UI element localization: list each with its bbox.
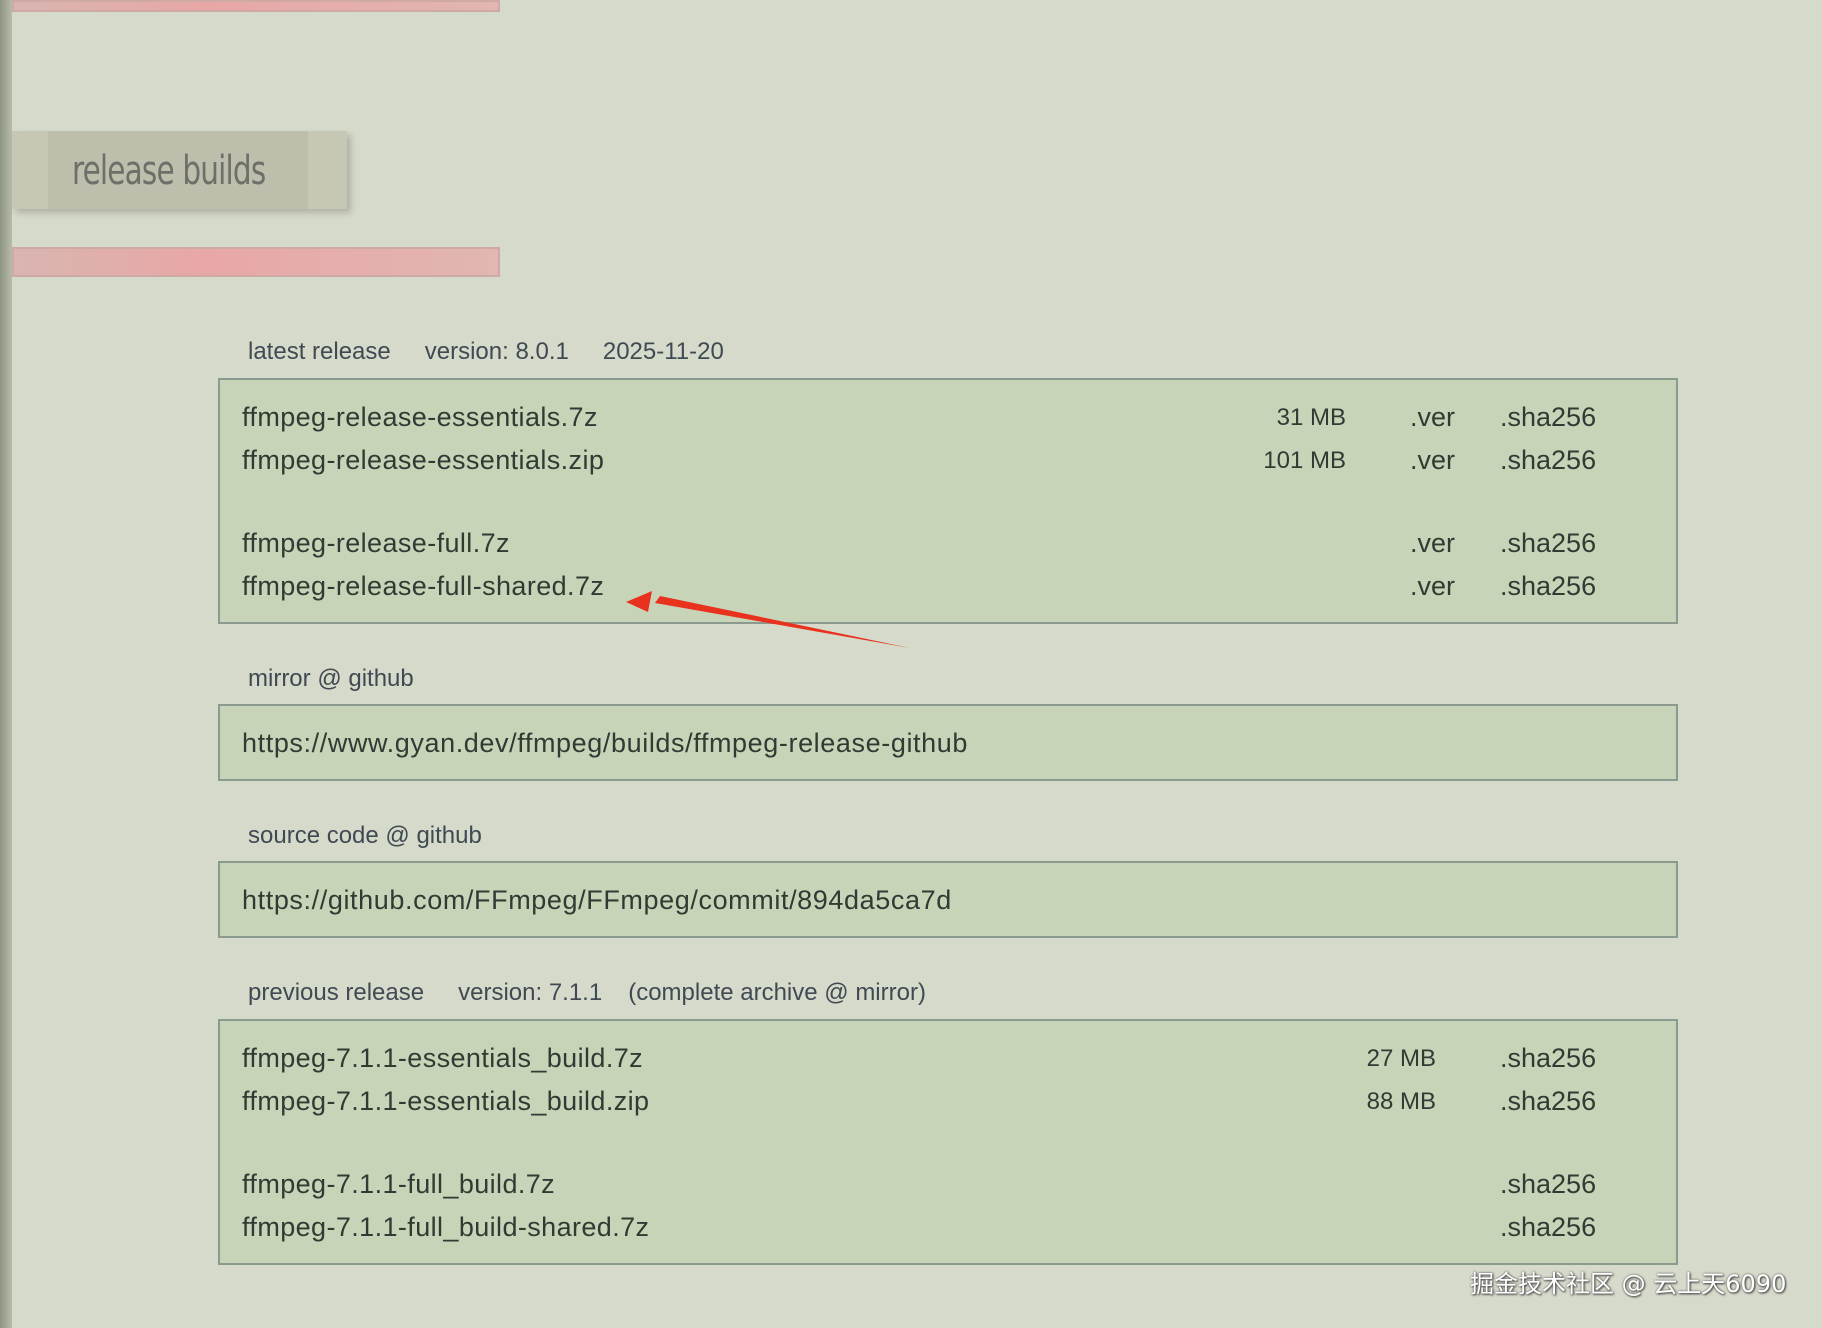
latest-release-header: latest release version: 8.0.1 2025-11-20 <box>248 338 758 366</box>
top-pink-bar <box>12 0 500 12</box>
latest-release-date: 2025-11-20 <box>602 338 724 365</box>
previous-release-label: previous release <box>248 979 425 1006</box>
file-row: ffmpeg-7.1.1-full_build-shared.7z .sha25… <box>242 1212 1676 1252</box>
ver-link[interactable]: .ver <box>1410 402 1455 433</box>
file-row: ffmpeg-release-essentials.7z 31 MB .ver … <box>242 402 1676 442</box>
latest-release-box: ffmpeg-release-essentials.7z 31 MB .ver … <box>218 378 1678 624</box>
source-code-header: source code @ github <box>248 822 516 850</box>
file-row: ffmpeg-release-full-shared.7z .ver .sha2… <box>242 571 1676 611</box>
file-link[interactable]: ffmpeg-release-essentials.7z <box>242 402 598 433</box>
sha256-link[interactable]: .sha256 <box>1500 1212 1596 1243</box>
mirror-row: https://www.gyan.dev/ffmpeg/builds/ffmpe… <box>242 728 1676 768</box>
sha256-link[interactable]: .sha256 <box>1500 445 1596 476</box>
previous-release-header: previous release version: 7.1.1 (complete … <box>248 979 960 1007</box>
complete-archive-link[interactable]: (complete archive @ mirror) <box>628 979 926 1006</box>
release-builds-title: release builds <box>72 148 266 194</box>
ver-link[interactable]: .ver <box>1410 445 1455 476</box>
source-code-box: https://github.com/FFmpeg/FFmpeg/commit/… <box>218 861 1678 938</box>
file-link[interactable]: ffmpeg-release-full-shared.7z <box>242 571 604 602</box>
section-divider-bar <box>12 247 500 277</box>
mirror-box: https://www.gyan.dev/ffmpeg/builds/ffmpe… <box>218 704 1678 781</box>
mirror-label: mirror @ github <box>248 665 414 692</box>
file-size: 31 MB <box>1276 404 1346 431</box>
release-builds-tab[interactable]: release builds <box>12 131 347 209</box>
file-link[interactable]: ffmpeg-7.1.1-essentials_build.7z <box>242 1043 643 1074</box>
watermark-text: 掘金技术社区 @ 云上天6090 <box>1470 1270 1787 1298</box>
file-row: ffmpeg-7.1.1-full_build.7z .sha256 <box>242 1169 1676 1209</box>
ver-link[interactable]: .ver <box>1410 571 1455 602</box>
file-size: 101 MB <box>1263 447 1346 474</box>
sha256-link[interactable]: .sha256 <box>1500 1169 1596 1200</box>
mirror-link[interactable]: https://www.gyan.dev/ffmpeg/builds/ffmpe… <box>242 728 968 759</box>
previous-release-box: ffmpeg-7.1.1-essentials_build.7z 27 MB .… <box>218 1019 1678 1265</box>
latest-release-label: latest release <box>248 338 391 365</box>
mirror-header: mirror @ github <box>248 665 448 693</box>
sha256-link[interactable]: .sha256 <box>1500 402 1596 433</box>
file-link[interactable]: ffmpeg-release-full.7z <box>242 528 510 559</box>
file-row: ffmpeg-7.1.1-essentials_build.zip 88 MB … <box>242 1086 1676 1126</box>
ver-link[interactable]: .ver <box>1410 528 1455 559</box>
latest-release-version: version: 8.0.1 <box>424 338 569 365</box>
file-link[interactable]: ffmpeg-7.1.1-full_build.7z <box>242 1169 555 1200</box>
file-link[interactable]: ffmpeg-7.1.1-essentials_build.zip <box>242 1086 649 1117</box>
file-link[interactable]: ffmpeg-release-essentials.zip <box>242 445 604 476</box>
file-link[interactable]: ffmpeg-7.1.1-full_build-shared.7z <box>242 1212 649 1243</box>
file-row: ffmpeg-7.1.1-essentials_build.7z 27 MB .… <box>242 1043 1676 1083</box>
previous-release-version: version: 7.1.1 <box>458 979 603 1006</box>
sha256-link[interactable]: .sha256 <box>1500 1043 1596 1074</box>
file-row: ffmpeg-release-full.7z .ver .sha256 <box>242 528 1676 568</box>
source-code-label: source code @ github <box>248 822 482 849</box>
file-row: ffmpeg-release-essentials.zip 101 MB .ve… <box>242 445 1676 485</box>
source-code-row: https://github.com/FFmpeg/FFmpeg/commit/… <box>242 885 1676 925</box>
file-size: 27 MB <box>1366 1045 1436 1072</box>
sha256-link[interactable]: .sha256 <box>1500 528 1596 559</box>
source-code-link[interactable]: https://github.com/FFmpeg/FFmpeg/commit/… <box>242 885 952 916</box>
file-size: 88 MB <box>1366 1088 1436 1115</box>
left-rail <box>0 0 12 1328</box>
sha256-link[interactable]: .sha256 <box>1500 571 1596 602</box>
sha256-link[interactable]: .sha256 <box>1500 1086 1596 1117</box>
